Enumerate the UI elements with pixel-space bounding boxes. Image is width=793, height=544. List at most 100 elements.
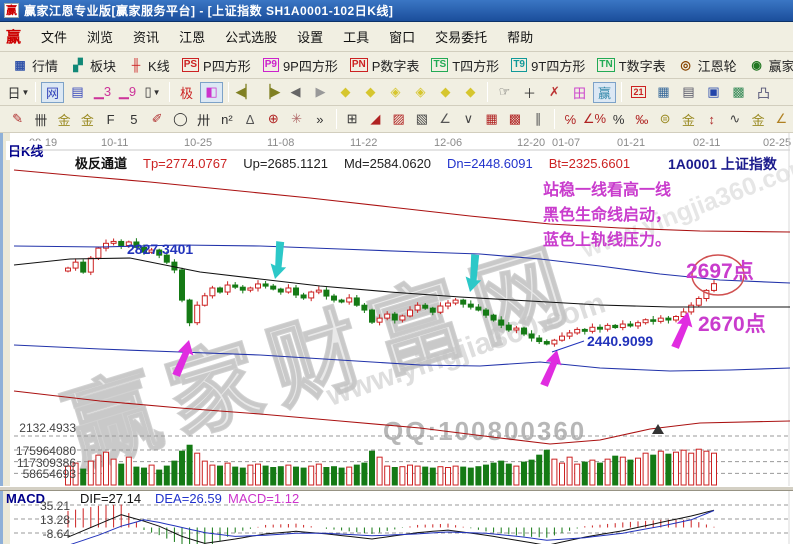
parallel-tool-button[interactable]: ∥ — [528, 109, 549, 130]
fan-dark-tool-button[interactable]: ▧ — [411, 109, 432, 130]
macd-dea-value: DEA=26.59 — [155, 491, 222, 506]
percent-tool-button[interactable]: % — [608, 109, 629, 130]
menu-item-5[interactable]: 公式选股 — [215, 24, 287, 49]
gann-grid-tool-button[interactable]: 卌 — [30, 109, 51, 130]
print-button[interactable]: 凸 — [752, 82, 775, 103]
prev-bar-button[interactable]: ◀ — [284, 82, 307, 103]
price-mark-tool-button[interactable]: ↕ — [701, 109, 722, 130]
gann-network-button[interactable]: 网 — [41, 82, 64, 103]
percent-list-tool-button[interactable]: ℅ — [560, 109, 581, 130]
market-quotes-button[interactable]: ▦行情 — [6, 54, 64, 77]
more-tools-button[interactable]: » — [309, 109, 330, 130]
calculator-button[interactable]: ▦ — [652, 82, 675, 103]
menu-item-6[interactable]: 设置 — [287, 24, 333, 49]
t-number-table-button[interactable]: TNT数字表 — [591, 54, 671, 77]
gold-grid-tool-button[interactable]: 金 — [54, 109, 75, 130]
diamond-v-button[interactable]: ◆ — [459, 82, 482, 103]
calculator-icon: ▦ — [657, 84, 669, 100]
candle-style-button[interactable]: ▯▼ — [141, 82, 164, 103]
small-chart-3-button[interactable]: ▁3 — [91, 82, 114, 103]
pattern-tool-button[interactable]: 赢 — [593, 82, 616, 103]
profile-chart-icon: ◧ — [205, 84, 217, 100]
gold-line-tool-button[interactable]: 金 — [678, 109, 699, 130]
angle-tool-button[interactable]: ∆ — [240, 109, 261, 130]
gann-target-tool-button[interactable]: ⊕ — [263, 109, 284, 130]
p-number-table-icon: PN — [350, 58, 368, 72]
brush-tool-button[interactable]: ✐ — [147, 109, 168, 130]
pink-grid-tool-button[interactable]: 田 — [568, 82, 591, 103]
next-bar-button[interactable]: ▶ — [309, 82, 332, 103]
diamond-left-button[interactable]: ◆ — [334, 82, 357, 103]
gann-star-tool-button[interactable]: ✳ — [286, 109, 307, 130]
diamond-h-button[interactable]: ◆ — [434, 82, 457, 103]
angle-tool-icon: ∆ — [246, 112, 254, 127]
wave-tool-button[interactable]: ∿ — [724, 109, 745, 130]
fan-box-tool-icon: ▨ — [392, 111, 404, 127]
frame-tool-button[interactable]: ⊞ — [342, 109, 363, 130]
pen-tool-button[interactable]: ✎ — [7, 109, 28, 130]
winner-wheel-button[interactable]: ◉赢家轮 — [743, 54, 793, 77]
circle360-tool-button[interactable]: ◯ — [170, 109, 191, 130]
spiral-tool-button[interactable]: 5 — [123, 109, 144, 130]
jifan-channel-button[interactable]: 极 — [175, 82, 198, 103]
menu-item-2[interactable]: 浏览 — [77, 24, 123, 49]
p9-square-button[interactable]: P99P四方形 — [257, 54, 344, 77]
fan-tool-button[interactable]: ◢ — [365, 109, 386, 130]
kline-period-button[interactable]: 日▼ — [7, 82, 30, 103]
comb-tool-button[interactable]: 卅 — [193, 109, 214, 130]
kline-period-icon: 日 — [8, 83, 21, 102]
hand-tool-button[interactable]: ☞ — [493, 82, 516, 103]
kline-button[interactable]: ╫K线 — [122, 54, 176, 77]
menu-item-1[interactable]: 文件 — [31, 24, 77, 49]
percent-angle-tool-button[interactable]: ∠% — [583, 109, 606, 130]
p-square-button[interactable]: PSP四方形 — [176, 54, 257, 77]
diamond-cross-button[interactable]: ◈ — [409, 82, 432, 103]
p-number-table-button[interactable]: PNP数字表 — [344, 54, 426, 77]
t9-square-button[interactable]: T99T四方形 — [505, 54, 591, 77]
last-bar-button[interactable]: ▕▶ — [259, 82, 282, 103]
chart-canvas[interactable] — [0, 133, 793, 544]
save-button[interactable]: ▣ — [702, 82, 725, 103]
menu-item-3[interactable]: 资讯 — [123, 24, 169, 49]
calendar-button[interactable]: 21 — [627, 82, 650, 103]
percent-list-tool-icon: ℅ — [565, 112, 577, 127]
fan-box-tool-button[interactable]: ▨ — [388, 109, 409, 130]
gann-wheel-button[interactable]: ◎江恩轮 — [672, 54, 743, 77]
j-angle-tool-button[interactable]: ∠ — [771, 109, 792, 130]
diamond-plus-button[interactable]: ◈ — [384, 82, 407, 103]
eraser-tool-button[interactable]: ✗ — [543, 82, 566, 103]
t-square-button[interactable]: TST四方形 — [425, 54, 505, 77]
profile-chart-button[interactable]: ◧ — [200, 82, 223, 103]
gold-grid2-tool-button[interactable]: 金 — [77, 109, 98, 130]
gold-circle-tool-button[interactable]: ⊜ — [655, 109, 676, 130]
export-image-button[interactable]: ▩ — [727, 82, 750, 103]
check-tool-button[interactable]: ∨ — [458, 109, 479, 130]
gann-wheel-label: 江恩轮 — [698, 56, 737, 75]
diamond-right-button[interactable]: ◆ — [359, 82, 382, 103]
crosshair-tool-button[interactable]: ＋ — [518, 82, 541, 103]
red-grid-tool-button[interactable]: ▦ — [481, 109, 502, 130]
rays-tool-button[interactable]: ∠ — [435, 109, 456, 130]
spiral-tool-icon: 5 — [130, 112, 137, 127]
brand-logo-icon: 赢 — [6, 26, 21, 47]
title-bar: 赢 赢家江恩专业版[赢家服务平台] - [上证指数 SH1A0001-102日K… — [0, 0, 793, 22]
red-grid2-tool-button[interactable]: ▩ — [504, 109, 525, 130]
small-chart-9-button[interactable]: ▁9 — [116, 82, 139, 103]
red-grid-tool-icon: ▦ — [485, 111, 497, 127]
menu-item-10[interactable]: 帮助 — [497, 24, 543, 49]
report-button[interactable]: ▤ — [66, 82, 89, 103]
eraser-tool-icon: ✗ — [549, 84, 560, 100]
n2-tool-button[interactable]: n² — [216, 109, 237, 130]
menu-item-9[interactable]: 交易委托 — [425, 24, 497, 49]
fib-grid-tool-button[interactable]: F — [100, 109, 121, 130]
menu-item-4[interactable]: 江恩 — [169, 24, 215, 49]
gold-band-tool-button[interactable]: 金 — [748, 109, 769, 130]
notebook-button[interactable]: ▤ — [677, 82, 700, 103]
first-bar-button[interactable]: ◀▏ — [234, 82, 257, 103]
sectors-button[interactable]: ▞板块 — [64, 54, 122, 77]
menu-item-7[interactable]: 工具 — [333, 24, 379, 49]
frame-tool-icon: ⊞ — [347, 111, 358, 127]
dropdown-arrow-icon: ▼ — [153, 88, 161, 97]
menu-item-8[interactable]: 窗口 — [379, 24, 425, 49]
permille-tool-button[interactable]: ‰ — [631, 109, 652, 130]
